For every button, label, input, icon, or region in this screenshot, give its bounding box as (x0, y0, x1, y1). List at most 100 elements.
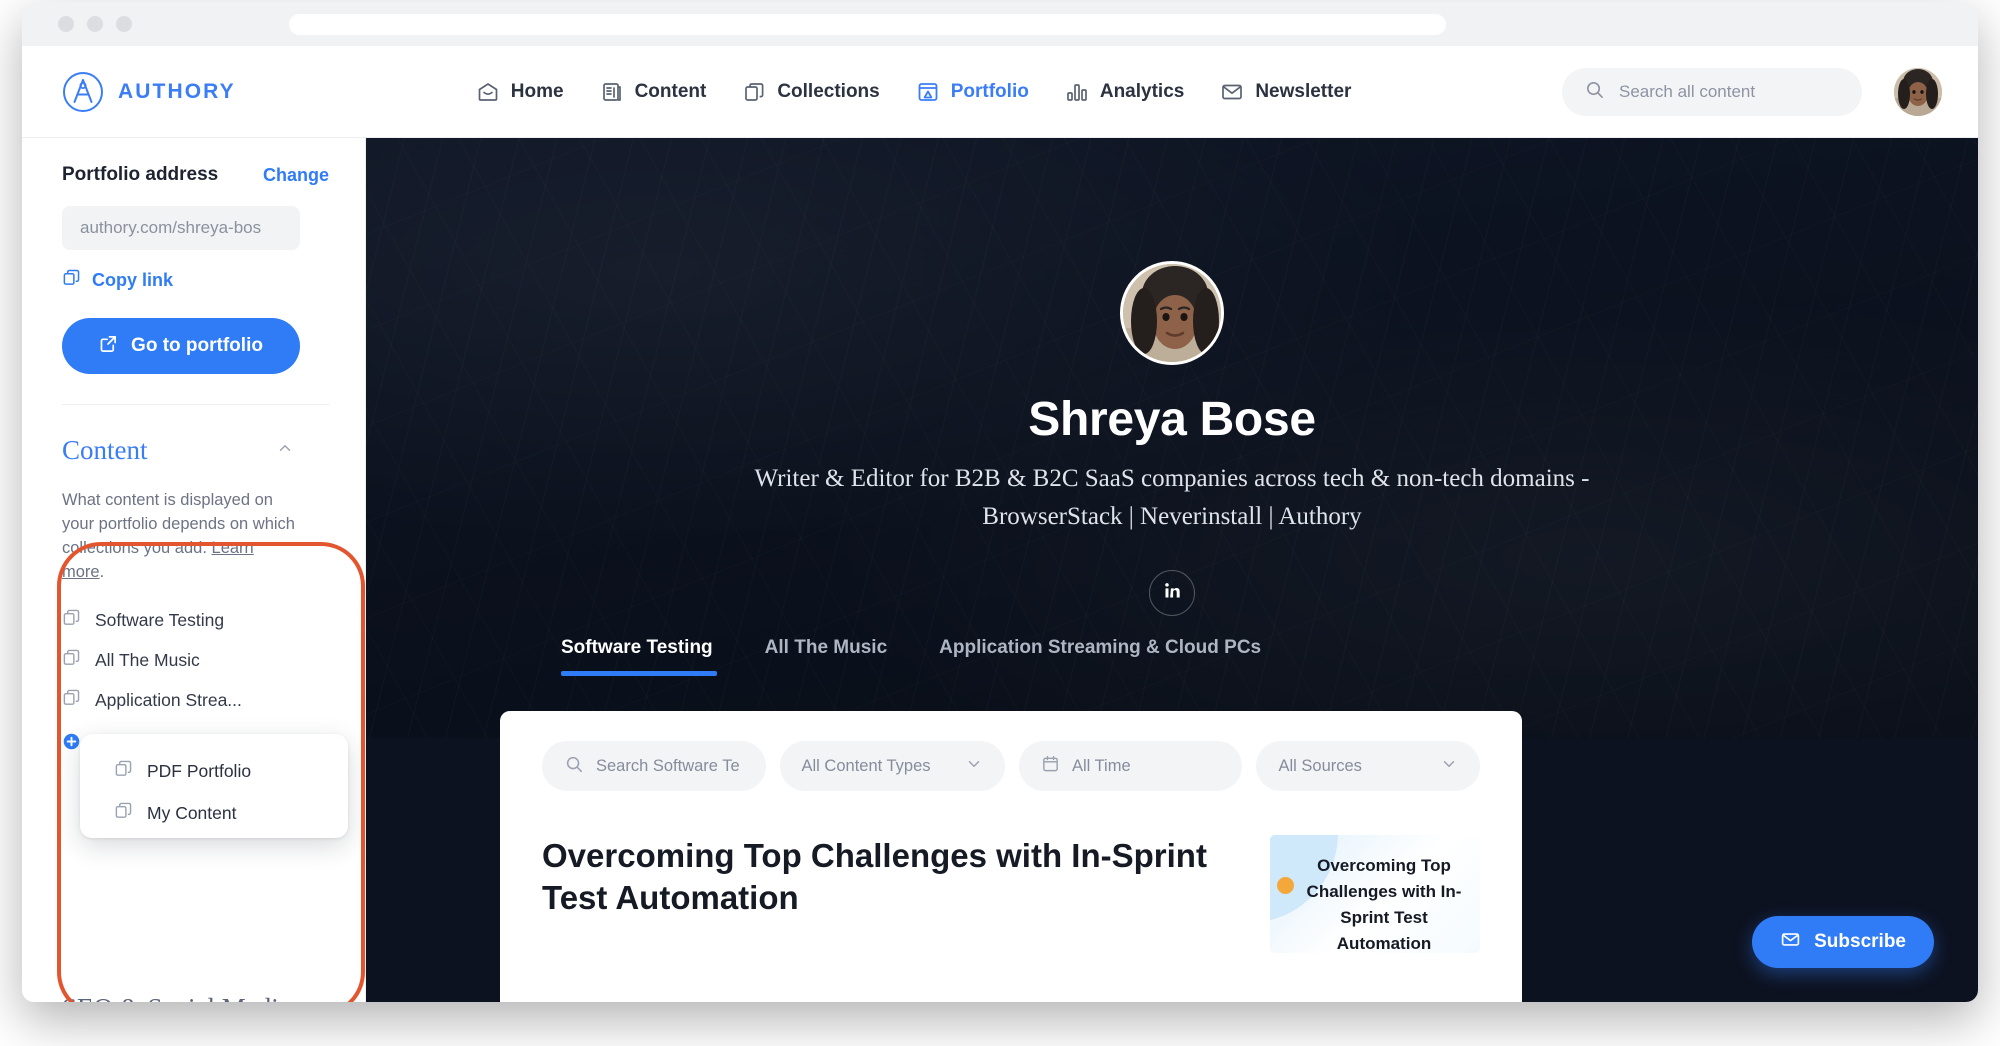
nav-item-portfolio[interactable]: Portfolio (916, 80, 1029, 104)
collection-icon (62, 648, 81, 672)
brand-logo[interactable]: AUTHORY (62, 71, 236, 113)
linkedin-icon (1162, 580, 1183, 606)
collection-search-input[interactable]: Search Software Te (542, 741, 766, 791)
linkedin-link[interactable] (1149, 570, 1195, 616)
search-icon (564, 754, 584, 779)
collection-icon (114, 801, 133, 825)
time-range-select[interactable]: All Time (1019, 741, 1243, 791)
chevron-down-icon[interactable] (307, 997, 325, 1002)
chevron-down-icon (1440, 755, 1458, 778)
portfolio-collection-tabs: Software Testing All The Music Applicati… (561, 637, 1287, 676)
copy-icon (62, 268, 81, 292)
collection-item-application-streaming[interactable]: Application Strea... (62, 686, 329, 714)
profile-photo (1120, 261, 1224, 365)
search-icon (1584, 79, 1605, 105)
content-description-suffix: . (100, 563, 105, 581)
article-title[interactable]: Overcoming Top Challenges with In-Sprint… (542, 835, 1232, 919)
home-icon (476, 80, 500, 104)
sidebar-seo-section-header[interactable]: SEO & Social Media (62, 993, 325, 1002)
app-viewport: AUTHORY Home (22, 46, 1978, 1002)
tab-label: All The Music (765, 637, 887, 658)
portfolio-preview: Shreya Bose Writer & Editor for B2B & B2… (366, 138, 1978, 1002)
profile-bio-line-2: BrowserStack | Neverinstall | Authory (982, 503, 1361, 530)
collection-icon (62, 608, 81, 632)
traffic-lights (58, 16, 132, 32)
profile-bio-line-1: Writer & Editor for B2B & B2C SaaS compa… (755, 465, 1590, 492)
envelope-icon (1220, 80, 1244, 104)
external-link-icon (99, 334, 118, 359)
browser-titlebar (22, 2, 1978, 46)
header-right-tools: Search all content (1562, 68, 1942, 116)
nav-item-collections[interactable]: Collections (742, 80, 879, 104)
plus-circle-icon (62, 732, 81, 756)
dropdown-item-label: My Content (147, 803, 236, 824)
left-sidebar: Portfolio address Change authory.com/shr… (22, 138, 366, 1002)
article-list-item[interactable]: Overcoming Top Challenges with In-Sprint… (500, 791, 1522, 953)
nav-label-content: Content (635, 81, 707, 103)
browser-url-bar[interactable] (289, 14, 1446, 35)
collection-icon (114, 759, 133, 783)
tab-label: Application Streaming & Cloud PCs (939, 637, 1261, 658)
global-search-placeholder: Search all content (1619, 82, 1755, 102)
maximize-window-button[interactable] (116, 16, 132, 32)
portfolio-address-section: Portfolio address Change authory.com/shr… (22, 138, 365, 405)
nav-label-portfolio: Portfolio (951, 81, 1029, 103)
thumbnail-dot-decoration (1277, 877, 1294, 894)
change-address-button[interactable]: Change (263, 165, 329, 186)
collections-icon (742, 80, 766, 104)
go-to-portfolio-label: Go to portfolio (131, 335, 263, 357)
article-thumbnail[interactable]: Overcoming Top Challenges with In-Sprint… (1270, 835, 1480, 953)
content-section-description: What content is displayed on your portfo… (62, 488, 296, 584)
global-search-input[interactable]: Search all content (1562, 68, 1862, 116)
dropdown-item-pdf-portfolio[interactable]: PDF Portfolio (80, 750, 348, 792)
portfolio-url-value: authory.com/shreya-bos (80, 218, 261, 238)
content-section-header[interactable]: Content (62, 435, 294, 466)
copy-link-label: Copy link (92, 270, 173, 291)
subscribe-button[interactable]: Subscribe (1752, 916, 1934, 968)
nav-label-home: Home (511, 81, 564, 103)
portfolio-icon (916, 80, 940, 104)
chevron-up-icon[interactable] (276, 439, 294, 462)
nav-item-home[interactable]: Home (476, 80, 564, 104)
dropdown-item-label: PDF Portfolio (147, 761, 251, 782)
dropdown-item-my-content[interactable]: My Content (80, 792, 348, 834)
content-types-label: All Content Types (802, 757, 931, 776)
collection-label: Application Strea... (95, 690, 242, 711)
nav-item-newsletter[interactable]: Newsletter (1220, 80, 1351, 104)
copy-link-button[interactable]: Copy link (62, 268, 329, 292)
document-icon (600, 80, 624, 104)
profile-bio: Writer & Editor for B2B & B2C SaaS compa… (722, 460, 1622, 536)
thumbnail-title: Overcoming Top Challenges with In-Sprint… (1298, 853, 1470, 953)
content-section-title: Content (62, 435, 148, 466)
tab-all-the-music[interactable]: All The Music (739, 637, 913, 676)
tab-application-streaming[interactable]: Application Streaming & Cloud PCs (913, 637, 1287, 676)
authory-compass-icon (62, 71, 104, 113)
collection-item-software-testing[interactable]: Software Testing (62, 606, 329, 634)
minimize-window-button[interactable] (87, 16, 103, 32)
subscribe-label: Subscribe (1814, 931, 1906, 953)
go-to-portfolio-button[interactable]: Go to portfolio (62, 318, 300, 374)
app-header: AUTHORY Home (22, 46, 1978, 138)
content-filter-bar: Search Software Te All Content Types (500, 711, 1522, 791)
content-types-select[interactable]: All Content Types (780, 741, 1005, 791)
portfolio-content-panel: Search Software Te All Content Types (500, 711, 1522, 1002)
tab-label: Software Testing (561, 637, 713, 658)
browser-window: AUTHORY Home (22, 2, 1978, 1002)
envelope-icon (1780, 929, 1801, 956)
portfolio-address-title: Portfolio address (62, 164, 218, 186)
nav-item-content[interactable]: Content (600, 80, 707, 104)
portfolio-url-field[interactable]: authory.com/shreya-bos (62, 206, 300, 250)
tab-software-testing[interactable]: Software Testing (561, 637, 739, 676)
nav-label-collections: Collections (777, 81, 879, 103)
sources-select[interactable]: All Sources (1256, 741, 1480, 791)
sidebar-content-section: Content What content is displayed on you… (22, 405, 365, 756)
seo-section-title: SEO & Social Media (62, 993, 291, 1002)
nav-item-analytics[interactable]: Analytics (1065, 80, 1184, 104)
collection-item-all-the-music[interactable]: All The Music (62, 646, 329, 674)
close-window-button[interactable] (58, 16, 74, 32)
portfolio-address-header: Portfolio address Change (62, 164, 329, 186)
content-description-text: What content is displayed on your portfo… (62, 491, 295, 557)
collection-label: Software Testing (95, 610, 224, 631)
collection-type-dropdown: PDF Portfolio My Content (80, 734, 348, 838)
user-avatar[interactable] (1894, 68, 1942, 116)
